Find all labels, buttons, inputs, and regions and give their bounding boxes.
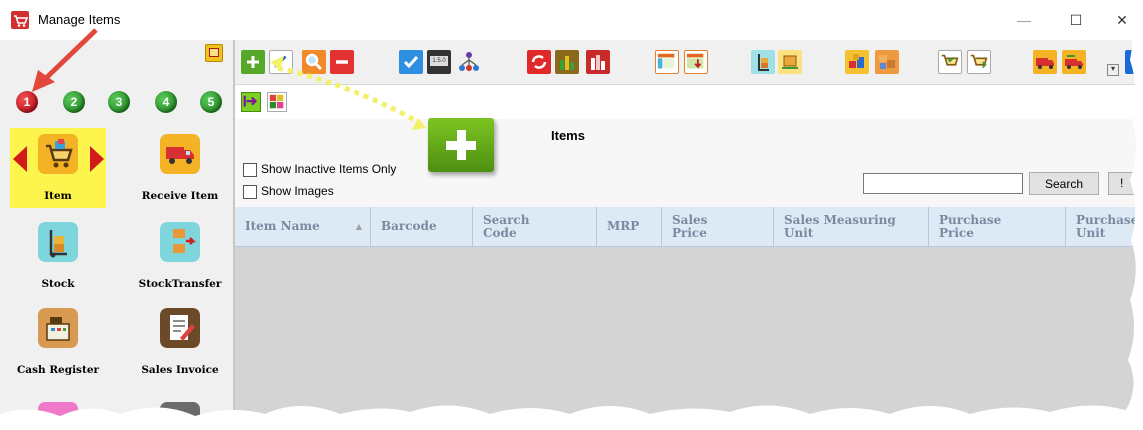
bar-chart-icon[interactable] <box>555 50 579 74</box>
cart-check-icon[interactable] <box>938 50 962 74</box>
column-header-purchase-measuring-unit[interactable]: Purchase Measuring Unit <box>1066 207 1143 246</box>
color-grid-icon[interactable] <box>267 92 287 112</box>
column-header-label: Sales Measuring Unit <box>784 212 896 240</box>
column-chart-icon[interactable] <box>586 50 610 74</box>
extra-button-label: ! <box>1120 176 1124 190</box>
show-images-checkbox[interactable] <box>243 185 257 199</box>
export-arrow-icon[interactable] <box>241 92 261 112</box>
column-header-sales-measuring-unit[interactable]: Sales Measuring Unit <box>774 207 929 246</box>
maximize-button[interactable]: ☐ <box>1062 8 1090 32</box>
tile-sales-invoice-label: Sales Invoice <box>141 364 219 376</box>
toolbar-overflow-button[interactable]: ▾ <box>1107 64 1119 76</box>
left-navigation-panel: 1 2 3 4 5 Item Receive Item Stock StockT… <box>0 40 235 430</box>
close-button[interactable]: ✕ <box>1108 8 1136 32</box>
minimize-button[interactable]: — <box>1010 8 1038 32</box>
page-4-button[interactable]: 4 <box>155 91 177 113</box>
page-3-button[interactable]: 3 <box>108 91 130 113</box>
window-title: Manage Items <box>38 12 121 27</box>
page-selector: 1 2 3 4 5 <box>16 91 226 115</box>
truck-return-icon[interactable] <box>1062 50 1086 74</box>
help-icon[interactable] <box>1125 50 1143 74</box>
column-header-label: Purchase Measuring Unit <box>1076 212 1143 240</box>
show-images-label: Show Images <box>261 184 334 198</box>
show-inactive-checkbox[interactable] <box>243 163 257 177</box>
show-inactive-label: Show Inactive Items Only <box>261 162 397 176</box>
edit-icon[interactable] <box>269 50 293 74</box>
column-header-item-name[interactable]: Item Name ▲ <box>235 207 371 246</box>
tile-sales-invoice[interactable]: Sales Invoice <box>132 302 228 382</box>
column-header-label: Barcode <box>381 219 437 233</box>
tile-stock[interactable]: Stock <box>10 216 106 296</box>
partial-tile-icon[interactable] <box>38 402 78 430</box>
column-header-mrp[interactable]: MRP <box>597 207 662 246</box>
tile-receive-item[interactable]: Receive Item <box>132 128 228 208</box>
truck-icon[interactable] <box>1033 50 1057 74</box>
title-bar: Manage Items — ☐ ✕ <box>0 0 1143 41</box>
page-title: Items <box>551 128 585 143</box>
table-icon[interactable] <box>655 50 679 74</box>
cash-register-icon <box>38 308 78 348</box>
previous-arrow-icon[interactable] <box>13 146 27 172</box>
column-header-label: Sales Price <box>672 212 708 240</box>
tile-cash-register[interactable]: Cash Register <box>10 302 106 382</box>
cart-return-icon[interactable] <box>967 50 991 74</box>
checkbox-icon[interactable] <box>399 50 423 74</box>
search-input[interactable] <box>863 173 1023 194</box>
package-return-icon[interactable] <box>778 50 802 74</box>
counter-icon[interactable]: 1.5.0 <box>427 50 451 74</box>
hand-truck-icon <box>38 222 78 262</box>
invoice-icon <box>160 308 200 348</box>
tile-cash-register-label: Cash Register <box>16 364 100 376</box>
add-item-callout-icon[interactable] <box>428 118 494 172</box>
page-5-button[interactable]: 5 <box>200 91 222 113</box>
next-arrow-icon[interactable] <box>90 146 104 172</box>
search-icon[interactable] <box>302 50 326 74</box>
sort-ascending-icon: ▲ <box>355 221 362 231</box>
hand-truck-icon[interactable] <box>751 50 775 74</box>
main-toolbar: 1.5.0 ▾ <box>235 40 1143 85</box>
tile-receive-item-label: Receive Item <box>141 190 219 202</box>
table-export-icon[interactable] <box>684 50 708 74</box>
items-grid[interactable]: Item Name ▲ Barcode Search Code MRP Sale… <box>235 207 1143 430</box>
delivery-truck-icon <box>160 134 200 174</box>
boxes-icon[interactable] <box>875 50 899 74</box>
page-1-button[interactable]: 1 <box>16 91 38 113</box>
counter-text: 1.5.0 <box>430 56 448 66</box>
app-cart-icon <box>11 11 29 29</box>
shopping-cart-icon <box>38 134 78 174</box>
column-header-label: Search Code <box>483 212 530 240</box>
refresh-icon[interactable] <box>527 50 551 74</box>
panel-toggle-icon[interactable] <box>205 44 223 62</box>
tile-stock-transfer[interactable]: StockTransfer <box>132 216 228 296</box>
partial-tile-icon[interactable] <box>160 402 200 430</box>
column-header-label: Item Name <box>245 219 320 233</box>
manage-items-window: Manage Items — ☐ ✕ 1 2 3 4 5 Item Receiv… <box>0 0 1143 430</box>
tile-item-label: Item <box>44 190 72 202</box>
page-2-button[interactable]: 2 <box>63 91 85 113</box>
tile-item[interactable]: Item <box>10 128 106 208</box>
delete-icon[interactable] <box>330 50 354 74</box>
hierarchy-icon[interactable] <box>457 50 481 74</box>
extra-button[interactable]: ! <box>1108 172 1143 195</box>
search-button[interactable]: Search <box>1029 172 1099 195</box>
column-header-sales-price[interactable]: Sales Price <box>662 207 774 246</box>
items-filter-area: Items Show Inactive Items Only Show Imag… <box>235 119 1143 207</box>
column-header-label: Purchase Price <box>939 212 1002 240</box>
column-header-purchase-price[interactable]: Purchase Price <box>929 207 1066 246</box>
pallet-icon[interactable] <box>845 50 869 74</box>
tile-stock-label: Stock <box>41 278 75 290</box>
tile-stock-transfer-label: StockTransfer <box>138 278 222 290</box>
grid-header: Item Name ▲ Barcode Search Code MRP Sale… <box>235 207 1143 247</box>
column-header-label: MRP <box>607 219 640 233</box>
column-header-barcode[interactable]: Barcode <box>371 207 473 246</box>
sub-toolbar <box>235 85 1143 119</box>
add-icon[interactable] <box>241 50 265 74</box>
column-header-search-code[interactable]: Search Code <box>473 207 597 246</box>
stock-transfer-icon <box>160 222 200 262</box>
